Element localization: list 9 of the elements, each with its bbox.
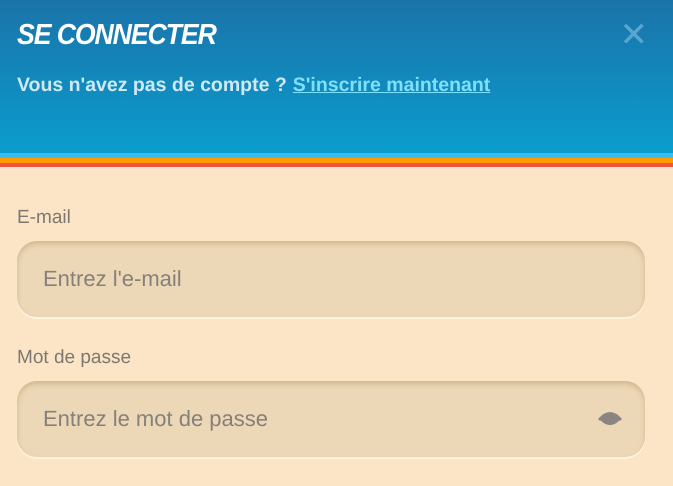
close-button[interactable]: ✕ (620, 18, 656, 52)
field-label: E-mail (17, 207, 72, 229)
email-field[interactable]: Entrez l'e-mail (17, 241, 645, 317)
field-label: Mot de passe (17, 347, 132, 369)
signup-prompt: Vous n'avez pas de compte ? (17, 74, 287, 97)
eye-icon[interactable] (597, 409, 623, 429)
password-field[interactable]: Entrez le mot de passe (17, 381, 645, 457)
signup-link[interactable]: S'inscrire maintenant (292, 74, 490, 97)
dialog-title: SE CONNECTER (17, 18, 216, 52)
